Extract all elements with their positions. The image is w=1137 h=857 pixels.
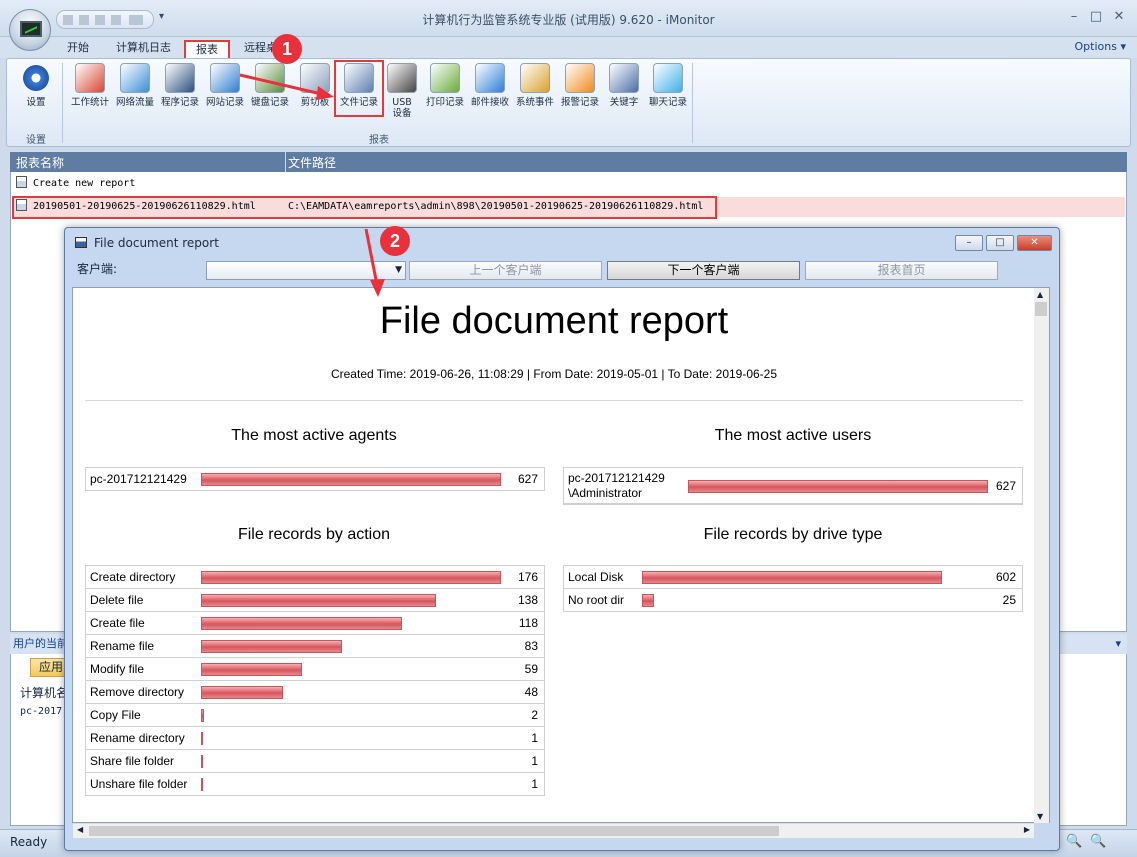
annotation-arrow-head [370,279,385,297]
annotation-arrow [239,73,331,98]
annotation-arrow [364,228,379,286]
step-badge: 1 [272,34,302,64]
annotation-arrow-head [316,86,334,100]
annotation-arrows [239,73,385,297]
step-badge: 2 [380,226,410,256]
